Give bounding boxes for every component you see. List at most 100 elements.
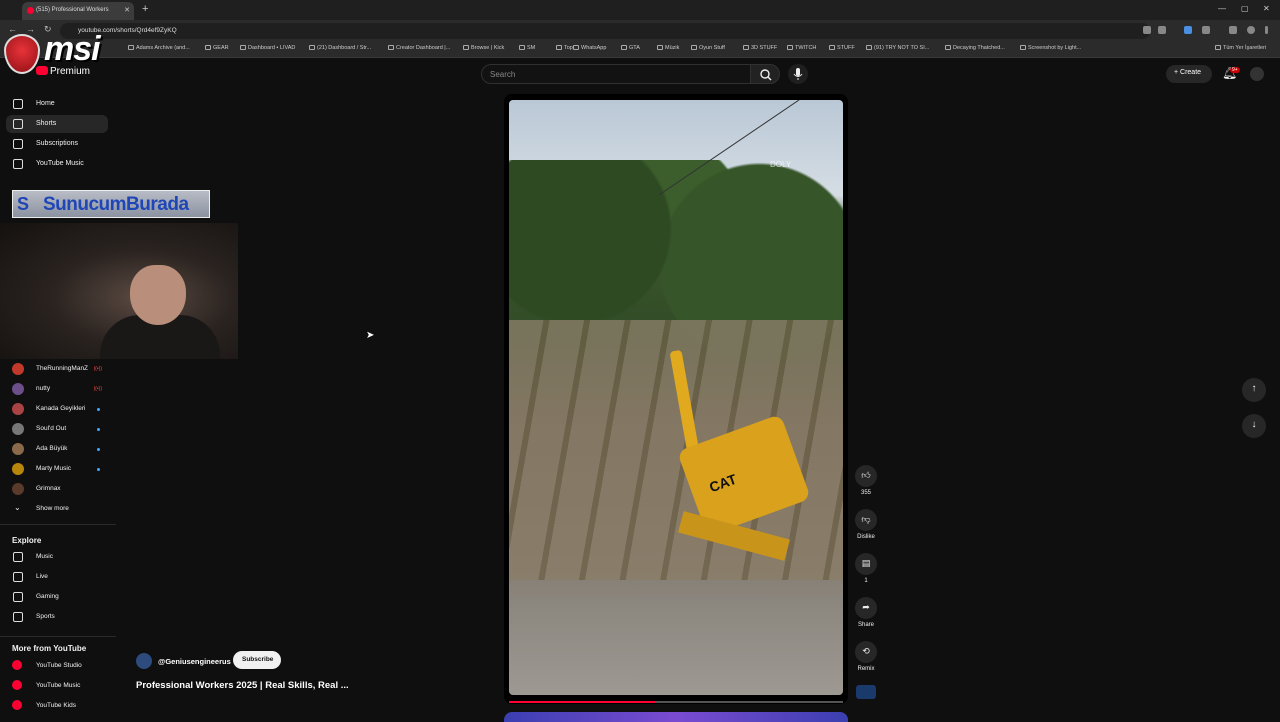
explore-item[interactable]: Gaming [6, 588, 108, 606]
video-frame[interactable]: CAT [509, 100, 843, 695]
explore-item[interactable]: Music [6, 548, 108, 566]
next-short-button[interactable]: ↓ [1242, 414, 1266, 438]
maximize-icon[interactable]: ▢ [1241, 4, 1249, 13]
profile-icon[interactable] [1247, 26, 1255, 34]
subscription-item[interactable]: Ada Büyük [6, 440, 108, 458]
thumbs-down-icon[interactable]: 👎︎ [855, 509, 877, 531]
live-indicator-icon: ((•)) [93, 366, 102, 372]
explore-item[interactable]: Live [6, 568, 108, 586]
video-watermark: DOLY [770, 160, 792, 169]
bookmark-item[interactable]: GEAR [205, 45, 229, 51]
msi-text: msi [44, 30, 101, 68]
all-bookmarks[interactable]: Tüm Yer İşaretleri [1215, 45, 1266, 51]
remix-action[interactable]: ⟲ Remix [855, 641, 877, 672]
channel-avatar [12, 363, 24, 375]
subscriptions-icon [13, 139, 23, 149]
previous-short-button[interactable]: ↑ [1242, 378, 1266, 402]
bookmark-folder-icon [829, 45, 835, 50]
mouse-cursor-icon: ➤ [366, 330, 375, 341]
extensions-puzzle-icon[interactable] [1202, 26, 1210, 34]
account-avatar[interactable] [1250, 67, 1264, 81]
microphone-icon [793, 68, 803, 80]
bookmark-item[interactable]: GTA [621, 45, 640, 51]
new-content-dot [97, 408, 100, 411]
msi-shield-icon [4, 34, 40, 74]
subscription-item[interactable]: Marty Music [6, 460, 108, 478]
bookmark-item[interactable]: Decaying Thatched... [945, 45, 1005, 51]
explore-item[interactable]: Sports [6, 608, 108, 626]
bookmark-item[interactable]: Screenshot by Light... [1020, 45, 1081, 51]
bookmark-folder-icon [309, 45, 315, 50]
banner-text: SunucumBurada [43, 194, 189, 215]
next-short-preview[interactable] [504, 712, 848, 722]
subscribe-button[interactable]: Subscribe [233, 651, 281, 669]
extension-icon[interactable] [1184, 26, 1192, 34]
bookmark-folder-icon [691, 45, 697, 50]
url-field[interactable]: youtube.com/shorts/Qrd4ef9ZyKQ [60, 23, 1150, 39]
sidebar-item-youtube-music[interactable]: YouTube Music [6, 155, 108, 173]
share-icon[interactable]: ➦ [855, 597, 877, 619]
channel-handle[interactable]: @Geniusengineerus [158, 657, 231, 666]
video-title[interactable]: Professional Workers 2025 | Real Skills,… [136, 680, 349, 691]
create-button[interactable]: + Create [1166, 65, 1212, 83]
shorts-icon [13, 119, 23, 129]
bookmark-item[interactable]: SM [519, 45, 535, 51]
bookmark-item[interactable]: WhatsApp [573, 45, 606, 51]
bookmark-item[interactable]: Dashboard • LIVAD [240, 45, 295, 51]
sidebar-divider [0, 524, 116, 525]
bookmark-item[interactable]: Top [556, 45, 573, 51]
youtube-music-icon [12, 680, 22, 690]
bookmark-item[interactable]: (21) Dashboard / Str... [309, 45, 371, 51]
like-action[interactable]: 👍︎ 355 [855, 465, 877, 496]
voice-search-button[interactable] [788, 64, 808, 84]
thumbs-up-icon[interactable]: 👍︎ [855, 465, 877, 487]
bookmark-item[interactable]: (91) TRY NOT TO SI... [866, 45, 929, 51]
close-window-icon[interactable]: ✕ [1263, 4, 1270, 13]
tab-title: (515) Professional Workers [36, 7, 109, 13]
channel-avatar[interactable] [136, 653, 152, 669]
youtube-premium-logo[interactable]: Premium [36, 66, 90, 77]
cast-icon[interactable] [1143, 26, 1151, 34]
show-more-button[interactable]: ⌄ Show more [6, 500, 108, 518]
bookmark-item[interactable]: Oyun Stuff [691, 45, 725, 51]
search-input[interactable]: Search [481, 64, 751, 84]
trophy-icon [13, 612, 23, 622]
bookmark-item[interactable]: STUFF [829, 45, 855, 51]
more-from-youtube-item[interactable]: YouTube Studio [6, 657, 108, 675]
subscription-item[interactable]: TheRunningManZ ((•)) [6, 360, 108, 378]
more-from-youtube-item[interactable]: YouTube Kids [6, 697, 108, 715]
bookmark-folder-icon [240, 45, 246, 50]
bookmark-item[interactable]: Browse | Kick [463, 45, 504, 51]
subscription-item[interactable]: nutty ((•)) [6, 380, 108, 398]
search-button[interactable] [750, 64, 780, 84]
subscription-item[interactable]: Soul'd Out [6, 420, 108, 438]
sidebar-item-shorts[interactable]: Shorts [6, 115, 108, 133]
remix-icon[interactable]: ⟲ [855, 641, 877, 663]
bookmark-star-icon[interactable] [1158, 26, 1166, 34]
tab-search-icon[interactable] [1229, 26, 1237, 34]
new-tab-icon[interactable]: + [142, 3, 148, 15]
close-tab-icon[interactable]: ✕ [124, 6, 130, 14]
minimize-icon[interactable]: — [1218, 4, 1226, 13]
comments-action[interactable]: ▤ 1 [855, 553, 877, 584]
subscription-item[interactable]: Grimnax [6, 480, 108, 498]
sidebar-item-subscriptions[interactable]: Subscriptions [6, 135, 108, 153]
sidebar-item-home[interactable]: Home [6, 95, 108, 113]
bookmark-item[interactable]: TWITCH [787, 45, 816, 51]
bookmark-item[interactable]: Creator Dashboard |... [388, 45, 450, 51]
bookmark-item[interactable]: Müzik [657, 45, 679, 51]
bookmark-folder-icon [556, 45, 562, 50]
channel-thumbnail[interactable] [856, 685, 876, 699]
subscription-item[interactable]: Kanada Geyikleri [6, 400, 108, 418]
bookmark-folder-icon [743, 45, 749, 50]
bookmark-item[interactable]: 3D STUFF [743, 45, 777, 51]
share-action[interactable]: ➦ Share [855, 597, 877, 628]
bookmark-folder-icon [519, 45, 525, 50]
youtube-studio-icon [12, 660, 22, 670]
more-from-youtube-heading: More from YouTube [12, 644, 87, 653]
more-from-youtube-item[interactable]: YouTube Music [6, 677, 108, 695]
browser-menu-icon[interactable] [1265, 26, 1268, 34]
comment-icon[interactable]: ▤ [855, 553, 877, 575]
dislike-action[interactable]: 👎︎ Dislike [855, 509, 877, 540]
browser-tab[interactable]: (515) Professional Workers ✕ [22, 2, 134, 20]
